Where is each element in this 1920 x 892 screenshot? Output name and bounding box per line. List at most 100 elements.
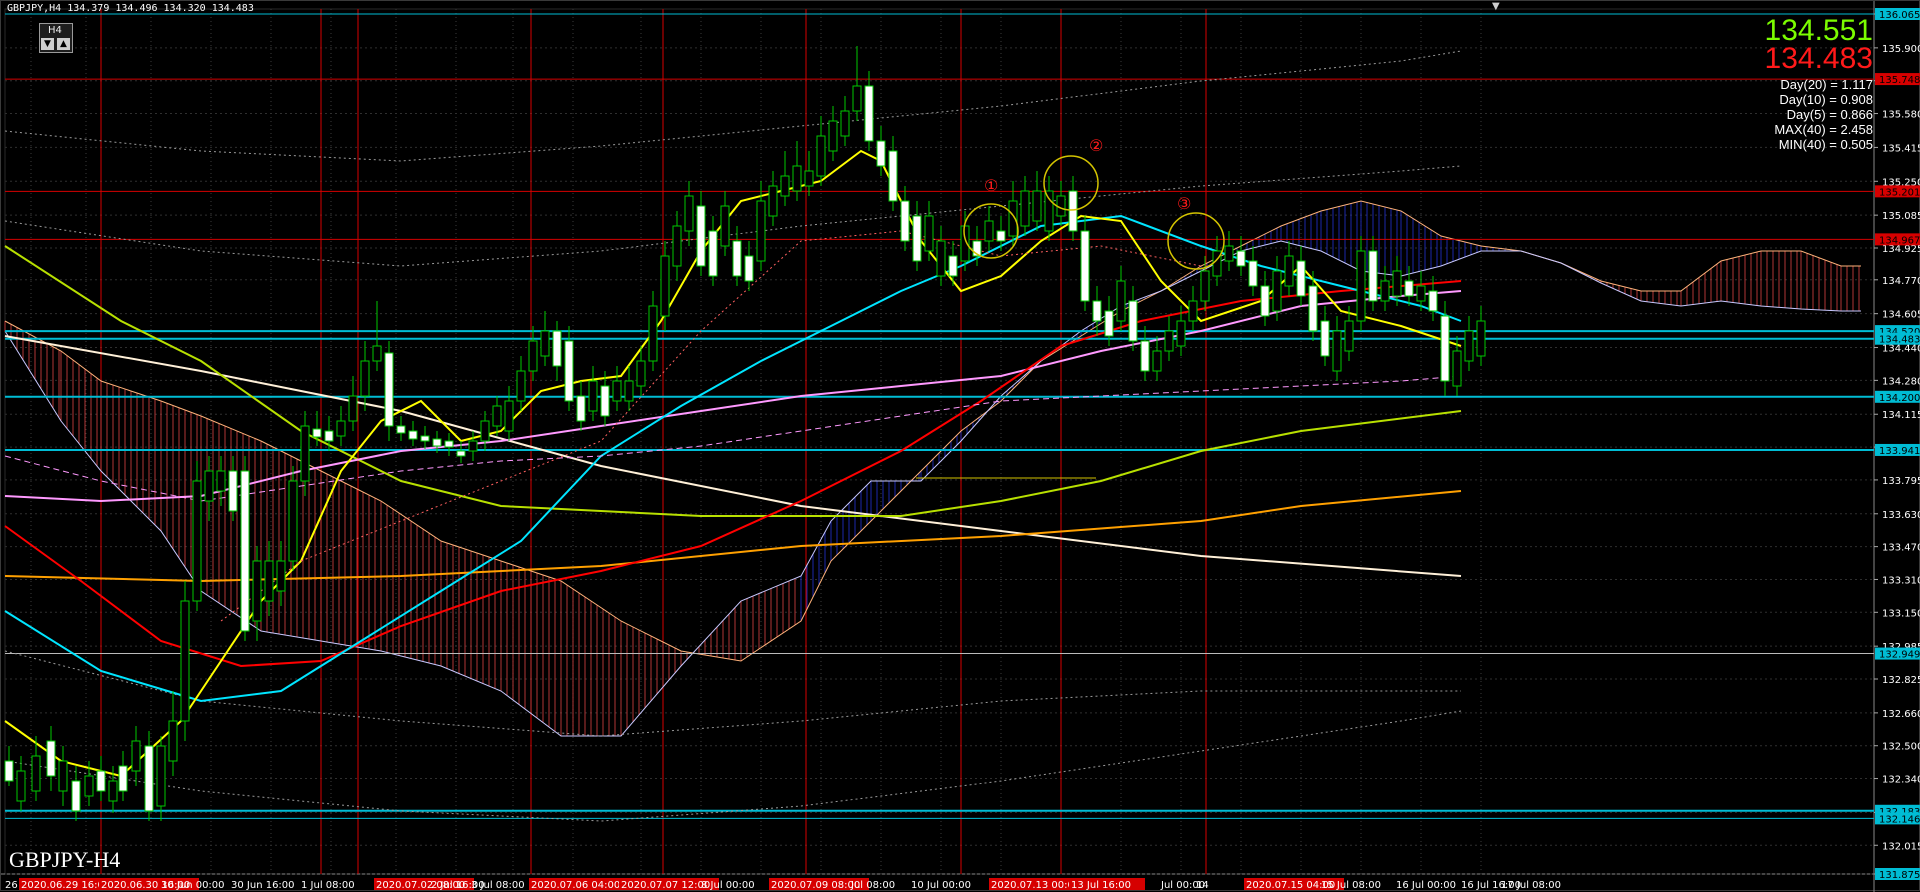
candle-bear	[1092, 300, 1102, 322]
price-tick-label: 135.580	[1882, 110, 1920, 121]
candle-bull	[300, 425, 310, 482]
timeframe-up-button[interactable]: ▲	[57, 38, 70, 50]
candle-bear	[996, 230, 1006, 242]
candle-bull	[252, 560, 262, 622]
candle-bull	[1272, 270, 1282, 312]
price-level-tag-label: 131.875	[1879, 870, 1920, 881]
price-level-tag-label: 134.483	[1879, 335, 1920, 346]
candle-bear	[96, 770, 106, 792]
candle-bear	[1404, 280, 1414, 297]
candle-bear	[456, 450, 466, 457]
price-level-tag-label: 134.967	[1879, 235, 1920, 246]
candle-bull	[540, 330, 550, 357]
price-level-tag-label: 134.200	[1879, 393, 1920, 404]
candle-bull	[1392, 270, 1402, 297]
candle-bear	[564, 340, 574, 402]
candle-bear	[1440, 315, 1450, 382]
price-tick-label: 134.280	[1882, 376, 1920, 387]
annotation-number-3: ③	[1177, 194, 1191, 213]
candle-bull	[780, 175, 790, 197]
timeframe-label: H4	[48, 25, 62, 36]
candle-bear	[1368, 250, 1378, 302]
stat-day20: Day(20) = 1.117	[1780, 77, 1873, 92]
timeframe-down-button[interactable]: ▼	[41, 38, 54, 50]
price-tick-label: 135.085	[1882, 211, 1920, 222]
candle-bull	[984, 220, 994, 242]
candle-bull	[1464, 330, 1474, 362]
candle-bull	[612, 380, 622, 402]
candle-bull	[828, 120, 838, 152]
candle-bull	[1116, 280, 1126, 322]
candle-bull	[168, 720, 178, 762]
candle-bull	[31, 755, 41, 792]
candle-bear	[71, 780, 81, 812]
time-tick-label: 13 Jul 16:00	[1071, 880, 1131, 891]
price-tick-label: 133.795	[1882, 476, 1920, 487]
candle-bear	[576, 395, 586, 422]
envelope-dotted	[4, 650, 1461, 737]
candle-bull	[1332, 330, 1342, 372]
envelope-dotted	[4, 50, 1462, 162]
candle-bull	[768, 185, 778, 217]
time-tick-label: 10 Jul 00:00	[911, 880, 971, 891]
candle-bear	[1428, 290, 1438, 312]
candle-bear	[144, 745, 154, 812]
candle-bull	[216, 470, 226, 492]
time-tick-label: Jul 08:00	[850, 880, 895, 891]
candle-bull	[288, 480, 298, 562]
candle-bear	[408, 430, 418, 440]
candle-bull	[588, 380, 598, 412]
candle-bear	[4, 760, 14, 782]
candle-bull	[84, 775, 94, 797]
candle-bear	[888, 150, 898, 202]
time-tick-label: 17 Jul 08:00	[1501, 880, 1561, 891]
envelope-dotted	[4, 710, 1462, 822]
candle-bull	[924, 215, 934, 252]
time-tick-label: 30 Jun 16:00	[231, 880, 295, 891]
price-chart[interactable]: ①②③136.065135.900135.740135.580135.41513…	[1, 1, 1920, 892]
candle-bull	[16, 770, 26, 802]
plot-frame	[4, 8, 1875, 875]
candle-bear	[312, 428, 322, 438]
candle-bull	[492, 405, 502, 427]
price-level-tag-label: 135.748	[1879, 75, 1920, 86]
candle-bull	[1284, 255, 1294, 287]
timeframe-widget[interactable]: H4 ▼ ▲	[39, 23, 73, 53]
candle-bear	[1080, 230, 1090, 302]
candle-bull	[516, 370, 526, 402]
candle-bear	[864, 85, 874, 142]
ma-white-line	[4, 335, 1462, 577]
candle-bull	[204, 470, 214, 502]
candle-bear	[444, 440, 454, 448]
candle-bull	[1224, 245, 1234, 262]
chart-header: GBPJPY,H4 134.379 134.496 134.320 134.48…	[3, 3, 254, 17]
collapse-arrow-icon[interactable]: ▼	[1492, 1, 1500, 12]
bid-price: 134.551	[1764, 14, 1873, 47]
candle-bull	[180, 600, 190, 722]
candle-bear	[420, 435, 430, 442]
chart-window[interactable]: GBPJPY,H4 134.379 134.496 134.320 134.48…	[0, 0, 1920, 892]
candle-bear	[432, 438, 442, 447]
stat-day10: Day(10) = 0.908	[1779, 92, 1873, 107]
price-tick-label: 135.900	[1882, 44, 1920, 55]
candle-bear	[1260, 285, 1270, 317]
price-tick-label: 133.150	[1882, 608, 1920, 619]
annotation-number-2: ②	[1089, 136, 1103, 155]
candle-bull	[1380, 280, 1390, 302]
price-level-tag-label: 136.065	[1879, 10, 1920, 21]
candle-bull	[636, 360, 646, 387]
candle-bull	[648, 305, 658, 362]
candle-bull	[1176, 320, 1186, 347]
candle-bull	[816, 135, 826, 177]
candle-bear	[696, 205, 706, 267]
stat-max40: MAX(40) = 2.458	[1774, 122, 1873, 137]
time-tick-label: 8 Jul 00:00	[701, 880, 755, 891]
candle-bear	[118, 765, 128, 792]
price-level-tag-label: 135.201	[1879, 187, 1920, 198]
candle-bull	[336, 420, 346, 437]
price-level-tag-label: 132.146	[1879, 814, 1920, 825]
candle-bull	[840, 110, 850, 137]
candle-bull	[156, 745, 166, 807]
candle-bear	[1296, 260, 1306, 297]
price-tick-label: 134.115	[1882, 410, 1920, 421]
